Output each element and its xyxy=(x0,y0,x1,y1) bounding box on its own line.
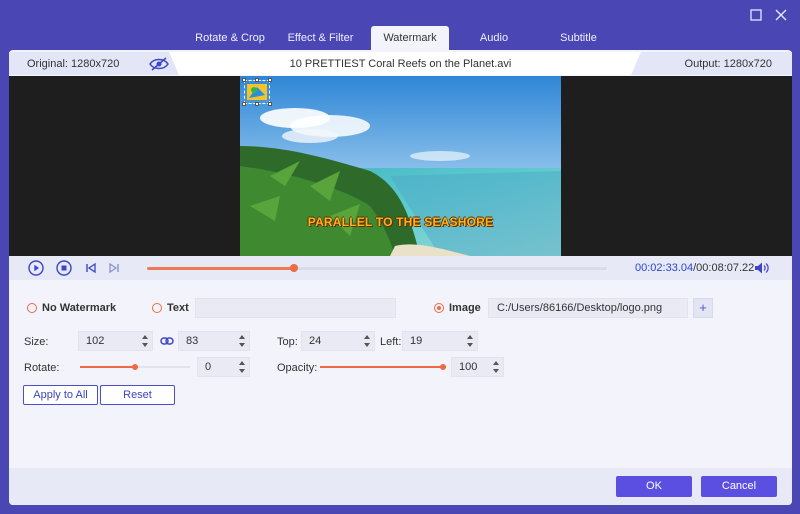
top-label: Top: xyxy=(277,336,298,348)
resize-handle[interactable] xyxy=(268,102,272,106)
increment-icon[interactable] xyxy=(238,333,246,341)
width-stepper[interactable]: 102 xyxy=(78,331,153,351)
current-time: 00:02:33.04 xyxy=(635,262,694,274)
rotate-value: 0 xyxy=(205,361,212,373)
text-watermark-radio[interactable] xyxy=(152,303,162,313)
opacity-label: Opacity: xyxy=(277,362,318,374)
volume-icon[interactable] xyxy=(754,261,770,275)
play-icon xyxy=(28,260,44,276)
opacity-value: 100 xyxy=(459,361,478,373)
dialog-footer: OK Cancel xyxy=(9,468,792,505)
left-label: Left: xyxy=(380,336,402,348)
top-value: 24 xyxy=(309,335,322,347)
opacity-stepper[interactable]: 100 xyxy=(451,357,504,377)
decrement-icon[interactable] xyxy=(492,367,500,375)
increment-icon[interactable] xyxy=(363,333,371,341)
opacity-slider[interactable] xyxy=(320,362,446,372)
video-caption: PARALLEL TO THE SEASHORE xyxy=(307,215,494,229)
decrement-icon[interactable] xyxy=(466,341,474,349)
rotate-stepper[interactable]: 0 xyxy=(197,357,250,377)
output-resolution: Output: 1280x720 xyxy=(684,58,772,70)
logo-watermark-icon xyxy=(247,84,267,100)
stop-button[interactable] xyxy=(56,260,72,276)
close-icon xyxy=(775,9,787,21)
size-label: Size: xyxy=(24,336,49,348)
height-stepper[interactable]: 83 xyxy=(178,331,250,351)
decrement-icon[interactable] xyxy=(238,341,246,349)
decrement-icon[interactable] xyxy=(363,341,371,349)
rotate-slider-thumb[interactable] xyxy=(132,364,138,370)
editor-panel: Original: 1280x720 10 PRETTIEST Coral Re… xyxy=(9,50,792,505)
increment-icon[interactable] xyxy=(466,333,474,341)
maximize-icon xyxy=(750,9,762,21)
opacity-slider-thumb[interactable] xyxy=(440,364,446,370)
add-image-button[interactable]: + xyxy=(693,298,713,318)
play-button[interactable] xyxy=(28,260,44,276)
tab-subtitle[interactable]: Subtitle xyxy=(539,26,618,50)
resize-handle[interactable] xyxy=(242,78,246,82)
increment-icon[interactable] xyxy=(492,359,500,367)
apply-to-all-button[interactable]: Apply to All xyxy=(23,385,98,405)
decrement-icon[interactable] xyxy=(238,367,246,375)
width-value: 102 xyxy=(86,335,105,347)
rotate-slider-fill xyxy=(80,366,135,368)
increment-icon[interactable] xyxy=(238,359,246,367)
ok-button[interactable]: OK xyxy=(616,476,692,497)
total-time: /00:08:07.22 xyxy=(693,262,755,274)
maximize-button[interactable] xyxy=(749,8,763,22)
image-path-field[interactable]: C:/Users/86166/Desktop/logo.png xyxy=(488,298,688,318)
close-button[interactable] xyxy=(774,8,788,22)
tab-bar: Rotate & Crop Effect & Filter Watermark … xyxy=(190,26,618,50)
watermark-selection-box[interactable] xyxy=(242,78,272,106)
tab-audio[interactable]: Audio xyxy=(449,26,539,50)
height-value: 83 xyxy=(186,335,199,347)
previous-icon xyxy=(86,262,96,274)
video-frame: PARALLEL TO THE SEASHORE xyxy=(240,76,561,256)
increment-icon[interactable] xyxy=(141,333,149,341)
link-aspect-icon[interactable] xyxy=(160,336,174,346)
cancel-button[interactable]: Cancel xyxy=(701,476,777,497)
watermark-controls: No Watermark Text Image C:/Users/86166/D… xyxy=(9,282,792,462)
left-stepper[interactable]: 19 xyxy=(402,331,478,351)
progress-thumb[interactable] xyxy=(290,264,299,272)
decrement-icon[interactable] xyxy=(141,341,149,349)
no-watermark-label[interactable]: No Watermark xyxy=(42,302,116,314)
playback-bar: 00:02:33.04/00:08:07.22 xyxy=(9,256,792,280)
progress-fill xyxy=(147,267,295,270)
tab-rotate-crop[interactable]: Rotate & Crop xyxy=(190,26,270,50)
video-preview: PARALLEL TO THE SEASHORE xyxy=(9,76,792,256)
watermark-text-input[interactable] xyxy=(195,298,396,318)
left-value: 19 xyxy=(410,335,423,347)
file-name: 10 PRETTIEST Coral Reefs on the Planet.a… xyxy=(289,58,512,70)
image-watermark-label[interactable]: Image xyxy=(449,302,481,314)
stop-icon xyxy=(56,260,72,276)
video-scene xyxy=(240,76,561,256)
text-watermark-label[interactable]: Text xyxy=(167,302,189,314)
rotate-slider[interactable] xyxy=(80,362,190,372)
time-display: 00:02:33.04/00:08:07.22 xyxy=(635,262,754,274)
no-watermark-radio[interactable] xyxy=(27,303,37,313)
image-watermark-radio[interactable] xyxy=(434,303,444,313)
opacity-slider-fill xyxy=(320,366,446,368)
previous-button[interactable] xyxy=(83,260,99,276)
resize-handle[interactable] xyxy=(255,78,259,82)
reset-button[interactable]: Reset xyxy=(100,385,175,405)
progress-track[interactable] xyxy=(147,264,607,272)
next-button[interactable] xyxy=(106,260,122,276)
resize-handle[interactable] xyxy=(255,102,259,106)
next-icon xyxy=(109,262,119,274)
rotate-label: Rotate: xyxy=(24,362,60,374)
tab-watermark[interactable]: Watermark xyxy=(371,26,449,50)
resize-handle[interactable] xyxy=(268,78,272,82)
top-stepper[interactable]: 24 xyxy=(301,331,375,351)
info-bar: Original: 1280x720 10 PRETTIEST Coral Re… xyxy=(9,52,792,75)
resize-handle[interactable] xyxy=(242,102,246,106)
tab-effect-filter[interactable]: Effect & Filter xyxy=(270,26,371,50)
